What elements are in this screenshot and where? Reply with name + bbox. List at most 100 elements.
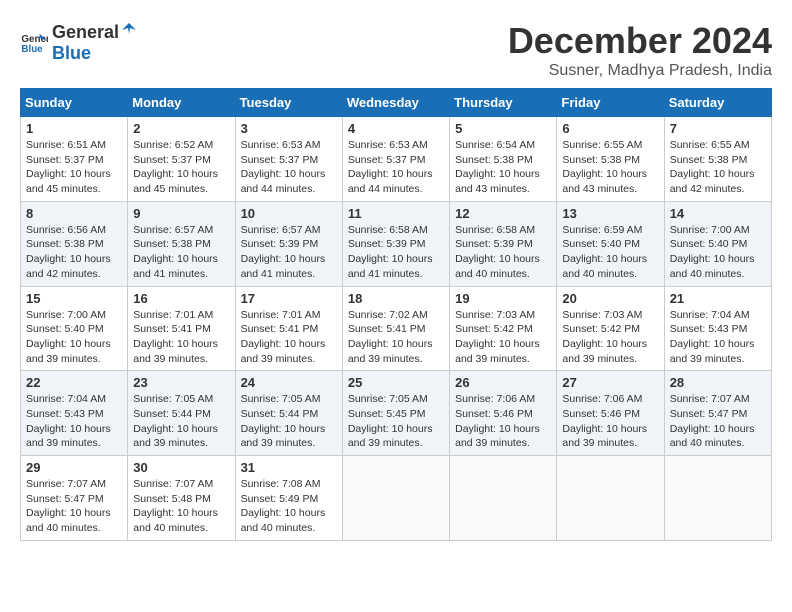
day-number: 23	[133, 375, 229, 390]
day-info: Sunrise: 7:04 AMSunset: 5:43 PMDaylight:…	[26, 392, 122, 451]
day-info: Sunrise: 7:08 AMSunset: 5:49 PMDaylight:…	[241, 477, 337, 536]
day-info: Sunrise: 7:05 AMSunset: 5:44 PMDaylight:…	[241, 392, 337, 451]
logo-icon: General Blue	[20, 28, 48, 56]
day-info: Sunrise: 6:54 AMSunset: 5:38 PMDaylight:…	[455, 138, 551, 197]
day-info: Sunrise: 6:58 AMSunset: 5:39 PMDaylight:…	[348, 223, 444, 282]
calendar-cell: 24Sunrise: 7:05 AMSunset: 5:44 PMDayligh…	[235, 371, 342, 456]
day-number: 31	[241, 460, 337, 475]
day-number: 29	[26, 460, 122, 475]
day-info: Sunrise: 7:06 AMSunset: 5:46 PMDaylight:…	[562, 392, 658, 451]
calendar-cell: 18Sunrise: 7:02 AMSunset: 5:41 PMDayligh…	[342, 286, 449, 371]
day-number: 6	[562, 121, 658, 136]
calendar-cell: 11 Sunrise: 6:58 AMSunset: 5:39 PMDayligh…	[342, 201, 449, 286]
day-info: Sunrise: 6:51 AMSunset: 5:37 PMDaylight:…	[26, 138, 122, 197]
calendar-cell: 19Sunrise: 7:03 AMSunset: 5:42 PMDayligh…	[450, 286, 557, 371]
calendar-week-5: 29 Sunrise: 7:07 AMSunset: 5:47 PMDayligh…	[21, 456, 772, 541]
header-saturday: Saturday	[664, 89, 771, 117]
calendar-cell: 5 Sunrise: 6:54 AMSunset: 5:38 PMDaylight…	[450, 117, 557, 202]
day-info: Sunrise: 6:53 AMSunset: 5:37 PMDaylight:…	[241, 138, 337, 197]
calendar-cell: 4 Sunrise: 6:53 AMSunset: 5:37 PMDaylight…	[342, 117, 449, 202]
day-info: Sunrise: 7:03 AMSunset: 5:42 PMDaylight:…	[455, 308, 551, 367]
calendar-cell: 30 Sunrise: 7:07 AMSunset: 5:48 PMDayligh…	[128, 456, 235, 541]
day-info: Sunrise: 6:55 AMSunset: 5:38 PMDaylight:…	[562, 138, 658, 197]
day-info: Sunrise: 7:00 AMSunset: 5:40 PMDaylight:…	[26, 308, 122, 367]
calendar-cell: 9 Sunrise: 6:57 AMSunset: 5:38 PMDaylight…	[128, 201, 235, 286]
calendar-cell: 20Sunrise: 7:03 AMSunset: 5:42 PMDayligh…	[557, 286, 664, 371]
day-info: Sunrise: 7:02 AMSunset: 5:41 PMDaylight:…	[348, 308, 444, 367]
day-number: 8	[26, 206, 122, 221]
calendar-week-2: 8Sunrise: 6:56 AMSunset: 5:38 PMDaylight…	[21, 201, 772, 286]
day-number: 28	[670, 375, 766, 390]
logo-general: General	[52, 22, 119, 43]
day-number: 21	[670, 291, 766, 306]
calendar-week-4: 22 Sunrise: 7:04 AMSunset: 5:43 PMDayligh…	[21, 371, 772, 456]
header-wednesday: Wednesday	[342, 89, 449, 117]
day-number: 9	[133, 206, 229, 221]
calendar-cell: 29 Sunrise: 7:07 AMSunset: 5:47 PMDayligh…	[21, 456, 128, 541]
calendar-cell: 12Sunrise: 6:58 AMSunset: 5:39 PMDayligh…	[450, 201, 557, 286]
calendar-header-row: SundayMondayTuesdayWednesdayThursdayFrid…	[21, 89, 772, 117]
header-monday: Monday	[128, 89, 235, 117]
calendar-cell: 17 Sunrise: 7:01 AMSunset: 5:41 PMDayligh…	[235, 286, 342, 371]
day-info: Sunrise: 7:07 AMSunset: 5:48 PMDaylight:…	[133, 477, 229, 536]
day-number: 4	[348, 121, 444, 136]
calendar-cell: 6 Sunrise: 6:55 AMSunset: 5:38 PMDaylight…	[557, 117, 664, 202]
calendar-cell: 23 Sunrise: 7:05 AMSunset: 5:44 PMDayligh…	[128, 371, 235, 456]
calendar-cell	[450, 456, 557, 541]
calendar-cell	[664, 456, 771, 541]
calendar-cell: 16 Sunrise: 7:01 AMSunset: 5:41 PMDayligh…	[128, 286, 235, 371]
day-number: 26	[455, 375, 551, 390]
calendar-cell: 28 Sunrise: 7:07 AMSunset: 5:47 PMDayligh…	[664, 371, 771, 456]
day-number: 11	[348, 206, 444, 221]
logo-bird-icon	[120, 20, 138, 38]
header-tuesday: Tuesday	[235, 89, 342, 117]
day-info: Sunrise: 7:00 AMSunset: 5:40 PMDaylight:…	[670, 223, 766, 282]
day-number: 30	[133, 460, 229, 475]
month-title: December 2024	[508, 20, 772, 62]
calendar-cell: 7Sunrise: 6:55 AMSunset: 5:38 PMDaylight…	[664, 117, 771, 202]
day-number: 22	[26, 375, 122, 390]
day-number: 20	[562, 291, 658, 306]
title-section: December 2024 Susner, Madhya Pradesh, In…	[508, 20, 772, 80]
calendar-cell: 2Sunrise: 6:52 AMSunset: 5:37 PMDaylight…	[128, 117, 235, 202]
day-number: 27	[562, 375, 658, 390]
day-number: 7	[670, 121, 766, 136]
calendar-cell: 3Sunrise: 6:53 AMSunset: 5:37 PMDaylight…	[235, 117, 342, 202]
calendar-cell: 27 Sunrise: 7:06 AMSunset: 5:46 PMDayligh…	[557, 371, 664, 456]
day-info: Sunrise: 7:07 AMSunset: 5:47 PMDaylight:…	[26, 477, 122, 536]
day-info: Sunrise: 7:05 AMSunset: 5:44 PMDaylight:…	[133, 392, 229, 451]
calendar-cell: 31 Sunrise: 7:08 AMSunset: 5:49 PMDayligh…	[235, 456, 342, 541]
calendar-cell: 13 Sunrise: 6:59 AMSunset: 5:40 PMDayligh…	[557, 201, 664, 286]
day-number: 13	[562, 206, 658, 221]
day-info: Sunrise: 6:59 AMSunset: 5:40 PMDaylight:…	[562, 223, 658, 282]
day-number: 10	[241, 206, 337, 221]
day-info: Sunrise: 7:05 AMSunset: 5:45 PMDaylight:…	[348, 392, 444, 451]
day-number: 14	[670, 206, 766, 221]
day-number: 17	[241, 291, 337, 306]
day-number: 15	[26, 291, 122, 306]
day-info: Sunrise: 6:57 AMSunset: 5:39 PMDaylight:…	[241, 223, 337, 282]
header-thursday: Thursday	[450, 89, 557, 117]
calendar-cell: 10 Sunrise: 6:57 AMSunset: 5:39 PMDayligh…	[235, 201, 342, 286]
day-info: Sunrise: 6:52 AMSunset: 5:37 PMDaylight:…	[133, 138, 229, 197]
calendar-cell: 1 Sunrise: 6:51 AMSunset: 5:37 PMDaylight…	[21, 117, 128, 202]
day-info: Sunrise: 7:01 AMSunset: 5:41 PMDaylight:…	[241, 308, 337, 367]
calendar-week-3: 15 Sunrise: 7:00 AMSunset: 5:40 PMDayligh…	[21, 286, 772, 371]
calendar-cell: 21Sunrise: 7:04 AMSunset: 5:43 PMDayligh…	[664, 286, 771, 371]
header: General Blue General Blue December 2024 …	[20, 20, 772, 80]
day-info: Sunrise: 6:57 AMSunset: 5:38 PMDaylight:…	[133, 223, 229, 282]
calendar-cell: 22 Sunrise: 7:04 AMSunset: 5:43 PMDayligh…	[21, 371, 128, 456]
day-number: 1	[26, 121, 122, 136]
logo-blue: Blue	[52, 43, 91, 63]
day-number: 5	[455, 121, 551, 136]
calendar-week-1: 1 Sunrise: 6:51 AMSunset: 5:37 PMDaylight…	[21, 117, 772, 202]
day-number: 16	[133, 291, 229, 306]
day-info: Sunrise: 6:58 AMSunset: 5:39 PMDaylight:…	[455, 223, 551, 282]
calendar-cell: 25Sunrise: 7:05 AMSunset: 5:45 PMDayligh…	[342, 371, 449, 456]
day-info: Sunrise: 7:07 AMSunset: 5:47 PMDaylight:…	[670, 392, 766, 451]
day-info: Sunrise: 6:53 AMSunset: 5:37 PMDaylight:…	[348, 138, 444, 197]
calendar-cell: 26Sunrise: 7:06 AMSunset: 5:46 PMDayligh…	[450, 371, 557, 456]
calendar-cell: 15 Sunrise: 7:00 AMSunset: 5:40 PMDayligh…	[21, 286, 128, 371]
day-info: Sunrise: 7:01 AMSunset: 5:41 PMDaylight:…	[133, 308, 229, 367]
calendar-cell	[557, 456, 664, 541]
